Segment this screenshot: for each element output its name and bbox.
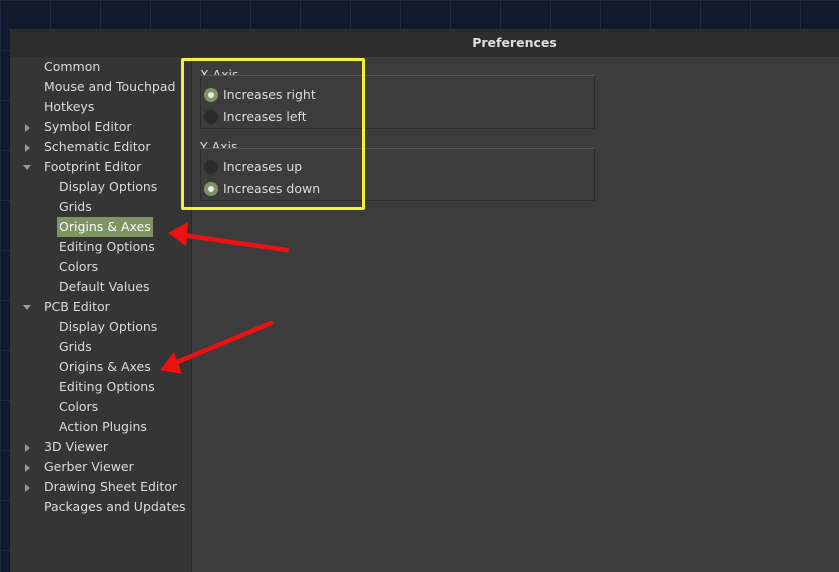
- red-arrow-annotations: [160, 222, 290, 374]
- red-arrow-icon: [168, 222, 290, 253]
- red-arrow-icon: [160, 320, 274, 374]
